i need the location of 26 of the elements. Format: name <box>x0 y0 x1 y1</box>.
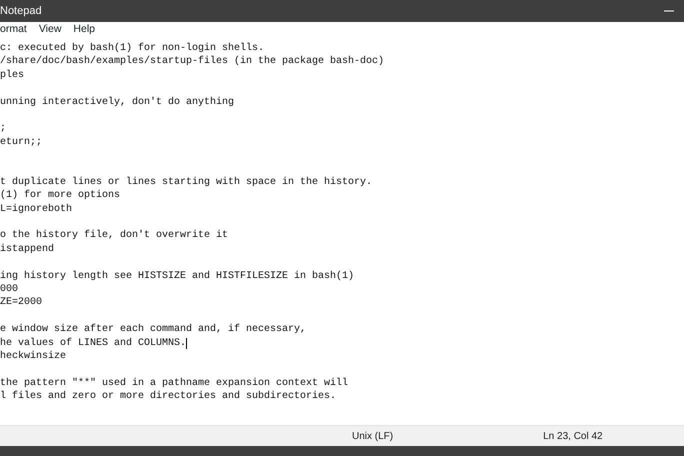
menu-item[interactable]: View <box>38 22 62 38</box>
minimize-icon[interactable] <box>664 10 674 12</box>
code-line: /share/doc/bash/examples/startup-files (in the package bash-doc) <box>0 56 384 68</box>
window-title: Notepad <box>0 4 42 19</box>
code-line: 000 <box>0 284 18 296</box>
code-line: e window size after each command and, if necessary, <box>0 324 306 336</box>
code-line: L=ignoreboth <box>0 204 72 215</box>
code-line: c: executed by bash(1) for non-login shells. <box>0 43 264 54</box>
code-line: ing history length see HISTSIZE and HISTFILESIZE in bash(1) <box>0 270 354 282</box>
code-line: the pattern "**" used in a pathname expansion context will <box>0 378 348 389</box>
code-line: ; <box>0 123 6 134</box>
code-line: eturn;; <box>0 136 42 148</box>
line-ending: Unix (LF) <box>352 430 394 444</box>
code-line: l files and zero or more directories and subdirectories. <box>0 391 336 402</box>
code-line: unning interactively, don't do anything <box>0 96 234 108</box>
code-line: t duplicate lines or lines starting with space in the history. <box>0 176 372 188</box>
menu-item[interactable]: ormat <box>0 22 27 38</box>
code-line: istappend <box>0 244 54 255</box>
code-line: ples <box>0 70 24 81</box>
menu-item[interactable]: Help <box>73 22 96 38</box>
code-line: he values of LINES and COLUMNS. <box>0 338 186 349</box>
cursor-position: Ln 23, Col 42 <box>543 430 603 444</box>
code-line: o the history file, don't overwrite it <box>0 230 228 242</box>
code-line: (1) for more options <box>0 190 120 202</box>
code-line: ZE=2000 <box>0 297 42 308</box>
code-line: heckwinsize <box>0 350 66 362</box>
